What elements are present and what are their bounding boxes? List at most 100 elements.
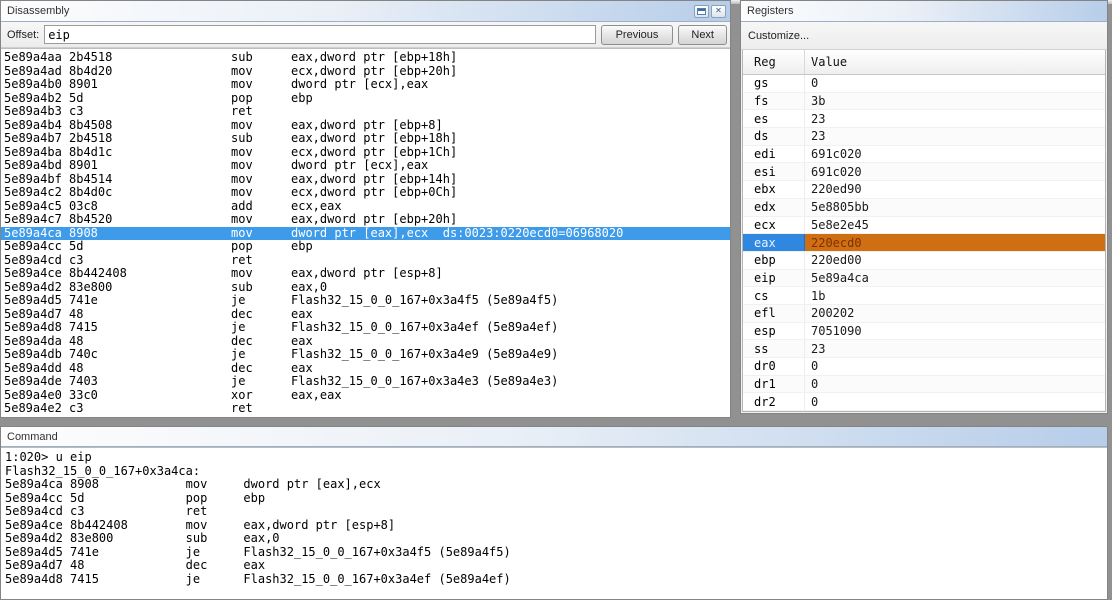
- instruction-address: 5e89a4b4: [4, 117, 62, 132]
- register-row[interactable]: cs 1b: [743, 287, 1105, 305]
- disassembly-line[interactable]: 5e89a4d5 741e je Flash32_15_0_0_167+0x3a4f5…: [4, 293, 730, 308]
- register-row[interactable]: efl 200202: [743, 304, 1105, 323]
- instruction-mnemonic: pop: [231, 90, 253, 105]
- disassembly-line-selected[interactable]: 5e89a4ca 8908 mov dword ptr [eax],ecx ds:00…: [1, 225, 730, 240]
- disassembly-line[interactable]: 5e89a4c7 8b4520 mov eax,dword ptr [ebp+20h]: [4, 212, 730, 227]
- register-name: gs: [743, 75, 805, 92]
- register-value: 691c020: [811, 164, 862, 179]
- instruction-bytes: 33c0: [69, 387, 98, 402]
- command-output[interactable]: 1:020> u eip Flash32_15_0_0_167+0x3a4ca: 5…: [1, 447, 1107, 599]
- instruction-operands: [291, 105, 730, 119]
- instruction-bytes: 48: [69, 306, 84, 321]
- instruction-bytes: 8908: [69, 225, 98, 240]
- command-line: 5e89a4ce 8b442408 mov eax,dword ptr [esp…: [5, 517, 396, 532]
- disassembly-line[interactable]: 5e89a4ce 8b442408 mov eax,dword ptr [esp+8]: [4, 266, 730, 281]
- instruction-mnemonic: ret: [231, 401, 253, 415]
- register-name: ebx: [743, 181, 805, 198]
- disassembly-line[interactable]: 5e89a4bf 8b4514 mov eax,dword ptr [ebp+14h]: [4, 171, 730, 187]
- disassembly-line[interactable]: 5e89a4b7 2b4518 sub eax,dword ptr [ebp+18h]: [4, 131, 730, 146]
- disassembly-line[interactable]: 5e89a4b3 c3 ret: [4, 104, 730, 119]
- next-button[interactable]: Next: [678, 24, 727, 45]
- disassembly-window: Disassembly ✕ Offset: Previous Next 5e89…: [0, 0, 731, 418]
- disassembly-line[interactable]: 5e89a4e2 c3 ret: [4, 401, 730, 416]
- disassembly-line[interactable]: 5e89a4db 740c je Flash32_15_0_0_167+0x3a4e9…: [4, 347, 730, 362]
- customize-button[interactable]: Customize...: [741, 22, 1107, 50]
- instruction-address: 5e89a4bf: [4, 171, 62, 186]
- disassembly-line[interactable]: 5e89a4ad 8b4d20 mov ecx,dword ptr [ebp+20h]: [4, 63, 730, 79]
- instruction-mnemonic: sub: [231, 131, 253, 145]
- dock-window-icon[interactable]: [694, 4, 709, 18]
- registers-titlebar[interactable]: Registers: [741, 1, 1107, 22]
- register-row[interactable]: fs 3b: [743, 92, 1105, 111]
- register-row[interactable]: ecx 5e8e2e45: [743, 216, 1105, 235]
- disassembly-listing[interactable]: 5e89a4aa 2b4518 sub eax,dword ptr [ebp+18h]…: [1, 48, 730, 417]
- register-value: 0: [811, 377, 819, 392]
- disassembly-titlebar[interactable]: Disassembly ✕: [1, 1, 730, 22]
- previous-button[interactable]: Previous: [600, 24, 674, 45]
- instruction-operands: Flash32_15_0_0_167+0x3a4e3 (5e89a4e3): [291, 374, 559, 388]
- disassembly-line[interactable]: 5e89a4c2 8b4d0c mov ecx,dword ptr [ebp+0Ch]: [4, 185, 730, 200]
- register-row[interactable]: ebp 220ed00: [743, 251, 1105, 270]
- disassembly-line[interactable]: 5e89a4b4 8b4508 mov eax,dword ptr [ebp+8]: [4, 117, 730, 133]
- disassembly-line[interactable]: 5e89a4d8 7415 je Flash32_15_0_0_167+0x3a4ef…: [4, 320, 730, 335]
- register-row[interactable]: esp 7051090: [743, 322, 1105, 341]
- register-row[interactable]: dr2 0: [743, 393, 1105, 411]
- instruction-bytes: 7415: [69, 320, 98, 334]
- command-line: 5e89a4ca 8908 mov dword ptr [eax],ecx: [5, 477, 381, 491]
- disassembly-line[interactable]: 5e89a4d2 83e800 sub eax,0: [4, 280, 730, 295]
- instruction-operands: ecx,dword ptr [ebp+0Ch]: [291, 185, 458, 199]
- instruction-address: 5e89a4d7: [4, 306, 62, 321]
- register-row[interactable]: es 23: [743, 110, 1105, 129]
- register-row[interactable]: dr1 0: [743, 375, 1105, 394]
- instruction-mnemonic: dec: [231, 306, 253, 321]
- disassembly-line[interactable]: 5e89a4aa 2b4518 sub eax,dword ptr [ebp+18h]: [4, 50, 730, 65]
- disassembly-line[interactable]: 5e89a4dd 48 dec eax: [4, 361, 730, 376]
- register-row[interactable]: ss 23: [743, 340, 1105, 358]
- disassembly-line[interactable]: 5e89a4da 48 dec eax: [4, 333, 730, 349]
- register-value: 220ecd0: [805, 234, 1105, 251]
- instruction-bytes: 8b4520: [69, 212, 113, 226]
- register-value: 7051090: [811, 323, 862, 338]
- disassembly-line[interactable]: 5e89a4bd 8901 mov dword ptr [ecx],eax: [4, 158, 730, 173]
- command-line: 5e89a4d2 83e800 sub eax,0: [5, 531, 280, 545]
- register-row[interactable]: eip 5e89a4ca: [743, 269, 1105, 288]
- register-row[interactable]: edi 691c020: [743, 145, 1105, 164]
- disassembly-line[interactable]: 5e89a4e0 33c0 xor eax,eax: [4, 387, 730, 403]
- registers-header-row: Reg Value: [743, 50, 1105, 75]
- register-row[interactable]: gs 0: [743, 75, 1105, 93]
- instruction-bytes: c3: [69, 252, 84, 267]
- register-name: edx: [743, 198, 805, 216]
- close-icon[interactable]: ✕: [711, 4, 726, 18]
- instruction-operands: Flash32_15_0_0_167+0x3a4ef (5e89a4ef): [291, 320, 559, 334]
- disassembly-line[interactable]: 5e89a4cd c3 ret: [4, 252, 730, 268]
- register-row[interactable]: ebx 220ed90: [743, 181, 1105, 199]
- register-row[interactable]: edx 5e8805bb: [743, 198, 1105, 217]
- instruction-address: 5e89a4da: [4, 333, 62, 348]
- register-value: 0: [811, 359, 819, 374]
- disassembly-line[interactable]: 5e89a4de 7403 je Flash32_15_0_0_167+0x3a4e3…: [4, 374, 730, 389]
- disassembly-line[interactable]: 5e89a4ba 8b4d1c mov ecx,dword ptr [ebp+1Ch]: [4, 144, 730, 160]
- instruction-operands: ebp: [291, 90, 313, 105]
- command-line: 5e89a4cd c3 ret: [5, 504, 208, 518]
- register-row[interactable]: dr0 0: [743, 358, 1105, 376]
- instruction-bytes: 740c: [69, 347, 98, 361]
- instruction-bytes: c3: [69, 104, 84, 118]
- instruction-address: 5e89a4ad: [4, 63, 62, 78]
- instruction-address: 5e89a4ba: [4, 144, 62, 159]
- register-name: eip: [743, 269, 805, 287]
- instruction-address: 5e89a4b7: [4, 131, 62, 145]
- offset-input[interactable]: [44, 25, 596, 44]
- register-row[interactable]: esi 691c020: [743, 163, 1105, 182]
- disassembly-line[interactable]: 5e89a4cc 5d pop ebp: [4, 239, 730, 254]
- disassembly-line[interactable]: 5e89a4c5 03c8 add ecx,eax: [4, 199, 730, 214]
- register-row-selected[interactable]: eax 220ecd0: [743, 234, 1105, 252]
- register-value: 0: [811, 76, 819, 91]
- register-row[interactable]: ds 23: [743, 128, 1105, 146]
- instruction-address: 5e89a4b0: [4, 77, 62, 91]
- disassembly-line[interactable]: 5e89a4d7 48 dec eax: [4, 306, 730, 322]
- command-line: 5e89a4cc 5d pop ebp: [5, 490, 266, 505]
- disassembly-line[interactable]: 5e89a4b2 5d pop ebp: [4, 90, 730, 106]
- instruction-mnemonic: mov: [231, 77, 253, 91]
- disassembly-line[interactable]: 5e89a4b0 8901 mov dword ptr [ecx],eax: [4, 77, 730, 92]
- command-titlebar[interactable]: Command: [1, 427, 1107, 447]
